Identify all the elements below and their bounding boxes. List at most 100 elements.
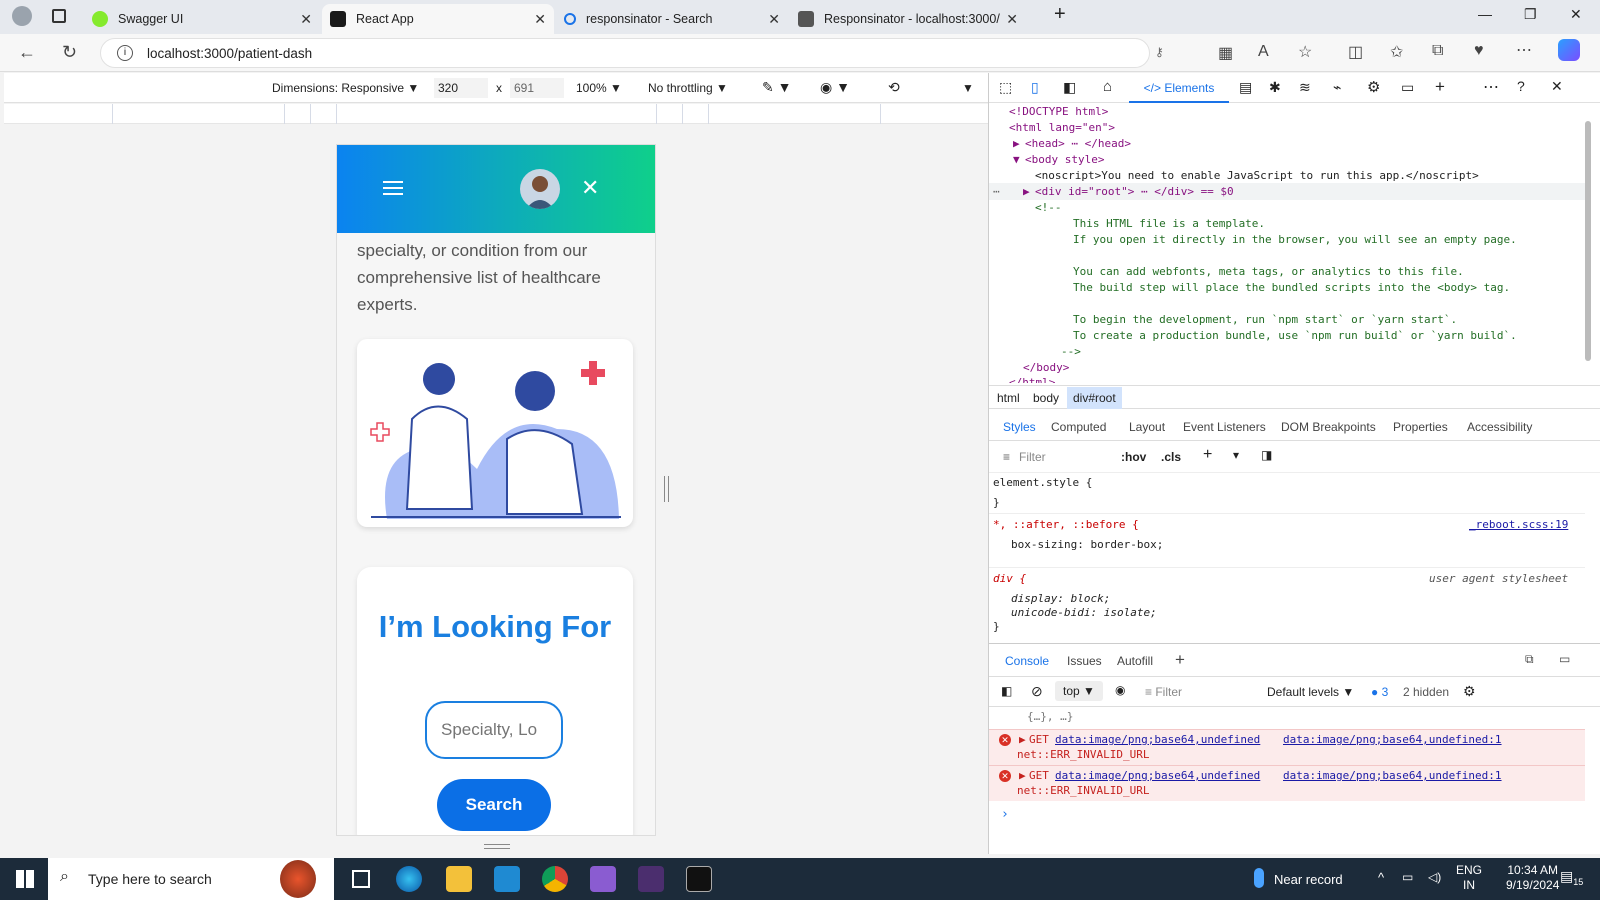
bottom-resize-handle[interactable] (484, 844, 510, 849)
expand-arrow-icon[interactable]: ▶ (1019, 768, 1026, 784)
split-screen-icon[interactable]: ◫ (1348, 42, 1363, 62)
new-tab-icon[interactable]: + (1054, 3, 1066, 26)
refresh-icon[interactable]: ↻ (62, 42, 77, 63)
collapse-arrow-icon[interactable]: ▼ (1013, 152, 1020, 168)
error-source-link[interactable]: data:image/png;base64,undefined:1 (1283, 768, 1502, 784)
taskbar-search-box[interactable]: ⌕ Type here to search (48, 858, 334, 900)
tab-console[interactable]: Console (1005, 654, 1049, 668)
zoom-select[interactable]: 100% ▼ (576, 81, 622, 95)
volume-icon[interactable]: ◁) (1428, 870, 1441, 884)
bug-icon[interactable]: ✱ (1269, 79, 1281, 96)
clear-console-icon[interactable]: ⊘ (1031, 683, 1043, 700)
terminal-icon[interactable] (638, 866, 664, 892)
tab-swagger[interactable]: Swagger UI ✕ (84, 4, 320, 34)
dimensions-select[interactable]: Dimensions: Responsive ▼ (272, 81, 419, 95)
dom-node-head[interactable]: <head> ⋯ </head> (1025, 136, 1131, 152)
collections-icon[interactable]: ⧉ (1432, 42, 1443, 60)
dom-node-doctype[interactable]: <!DOCTYPE html> (1009, 104, 1108, 120)
source-link[interactable]: _reboot.scss:19 (1469, 517, 1568, 533)
issues-badge[interactable]: ● 3 (1371, 685, 1388, 699)
more-options-icon[interactable]: ⋯ (1483, 77, 1499, 97)
sidebar-toggle-icon[interactable]: ◨ (1261, 448, 1272, 462)
info-icon[interactable]: i (117, 45, 133, 61)
chrome-icon[interactable] (542, 866, 568, 892)
style-declaration[interactable]: box-sizing: border-box; (1011, 537, 1163, 553)
expand-arrow-icon[interactable]: ▶ (1013, 136, 1020, 152)
console-filter-input[interactable]: ≡ Filter (1145, 685, 1182, 699)
node-menu-icon[interactable]: ⋯ (993, 184, 1000, 200)
vision-icon[interactable]: ◉ ▼ (820, 79, 850, 96)
tab-responsinator-search[interactable]: responsinator - Search ✕ (556, 4, 788, 34)
console-prompt-icon[interactable]: › (1001, 807, 1009, 823)
profile-icon[interactable] (12, 6, 32, 26)
hov-toggle[interactable]: :hov (1121, 450, 1146, 464)
favorite-star-icon[interactable]: ☆ (1298, 42, 1312, 62)
paint-icon[interactable]: ▾ (1233, 448, 1239, 462)
rotate-icon[interactable]: ⟲ (888, 79, 900, 96)
maximize-icon[interactable]: ❐ (1524, 6, 1537, 23)
console-drawer-icon[interactable]: ▤ (1239, 79, 1252, 96)
live-expression-icon[interactable]: ◉ (1115, 683, 1125, 697)
dom-node-body[interactable]: <body style> (1025, 152, 1104, 168)
close-window-icon[interactable]: ✕ (1570, 6, 1582, 23)
device-more-icon[interactable]: ▼ (962, 81, 974, 95)
more-menu-icon[interactable]: ⋯ (1516, 40, 1532, 60)
tab-dom-breakpoints[interactable]: DOM Breakpoints (1281, 420, 1376, 434)
clock[interactable]: 10:34 AM 9/19/2024 (1506, 863, 1559, 893)
error-url-link[interactable]: data:image/png;base64,undefined (1055, 768, 1260, 784)
undock-drawer-icon[interactable]: ⧉ (1525, 652, 1534, 667)
visual-studio-icon[interactable] (590, 866, 616, 892)
sensors-icon[interactable]: ✎ ▼ (762, 79, 791, 96)
back-icon[interactable]: ← (18, 42, 36, 63)
help-icon[interactable]: ? (1517, 78, 1525, 94)
resize-handle[interactable] (664, 476, 669, 502)
close-tab-icon[interactable]: ✕ (300, 11, 312, 28)
styles-filter-input[interactable]: Filter (1019, 450, 1046, 464)
tab-event-listeners[interactable]: Event Listeners (1183, 420, 1266, 434)
close-tab-icon[interactable]: ✕ (1006, 11, 1018, 28)
style-rule-universal[interactable]: *, ::after, ::before { (993, 517, 1139, 533)
add-drawer-tab-icon[interactable]: + (1175, 650, 1185, 670)
breadcrumb-html[interactable]: html (997, 391, 1020, 405)
cmd-icon[interactable] (686, 866, 712, 892)
height-input[interactable]: 691 (510, 78, 564, 98)
inspect-icon[interactable]: ⬚ (999, 79, 1012, 96)
close-tab-icon[interactable]: ✕ (768, 11, 780, 28)
url-input[interactable]: i localhost:3000/patient-dash ⚷ (100, 38, 1164, 68)
add-tool-icon[interactable]: + (1435, 77, 1445, 97)
tab-autofill[interactable]: Autofill (1117, 654, 1153, 668)
tab-actions-icon[interactable] (52, 9, 66, 23)
tab-responsinator[interactable]: Responsinator - localhost:3000/ac ✕ (790, 4, 1026, 34)
tab-issues[interactable]: Issues (1067, 654, 1102, 668)
search-button[interactable]: Search (437, 779, 551, 831)
breadcrumb-root[interactable]: div#root (1067, 387, 1122, 409)
close-devtools-icon[interactable]: ✕ (1551, 78, 1563, 95)
dock-icon[interactable]: ◧ (1063, 79, 1076, 96)
tab-react-app[interactable]: React App ✕ (322, 4, 554, 34)
console-settings-icon[interactable]: ⚙ (1463, 683, 1476, 700)
edge-app-icon[interactable] (396, 866, 422, 892)
dom-node-html[interactable]: <html lang="en"> (1009, 120, 1115, 136)
minimize-icon[interactable]: — (1478, 6, 1492, 22)
avatar[interactable] (520, 169, 560, 209)
microphone-icon[interactable] (1254, 868, 1264, 888)
notification-icon[interactable]: ▤15 (1560, 868, 1583, 887)
tab-styles[interactable]: Styles (1003, 420, 1036, 434)
throttling-select[interactable]: No throttling ▼ (648, 81, 728, 95)
expand-arrow-icon[interactable]: ▶ (1023, 184, 1030, 200)
favorites-icon[interactable]: ✩ (1390, 42, 1403, 62)
console-object-preview[interactable]: {…}, …} (1027, 709, 1073, 725)
close-icon[interactable]: ✕ (581, 175, 599, 201)
context-select[interactable]: top ▼ (1055, 681, 1103, 701)
read-aloud-icon[interactable]: A (1258, 43, 1269, 61)
performance-icon[interactable]: ⌁ (1333, 79, 1341, 96)
windows-start-icon[interactable] (16, 870, 34, 888)
breadcrumb-body[interactable]: body (1033, 391, 1059, 405)
file-explorer-icon[interactable] (446, 866, 472, 892)
tab-properties[interactable]: Properties (1393, 420, 1448, 434)
key-icon[interactable]: ⚷ (1155, 45, 1164, 59)
dom-comment-open[interactable]: <!-- (1035, 200, 1062, 216)
new-rule-icon[interactable]: + (1203, 446, 1212, 464)
style-rule-div[interactable]: div { (993, 571, 1026, 587)
tab-layout[interactable]: Layout (1129, 420, 1165, 434)
